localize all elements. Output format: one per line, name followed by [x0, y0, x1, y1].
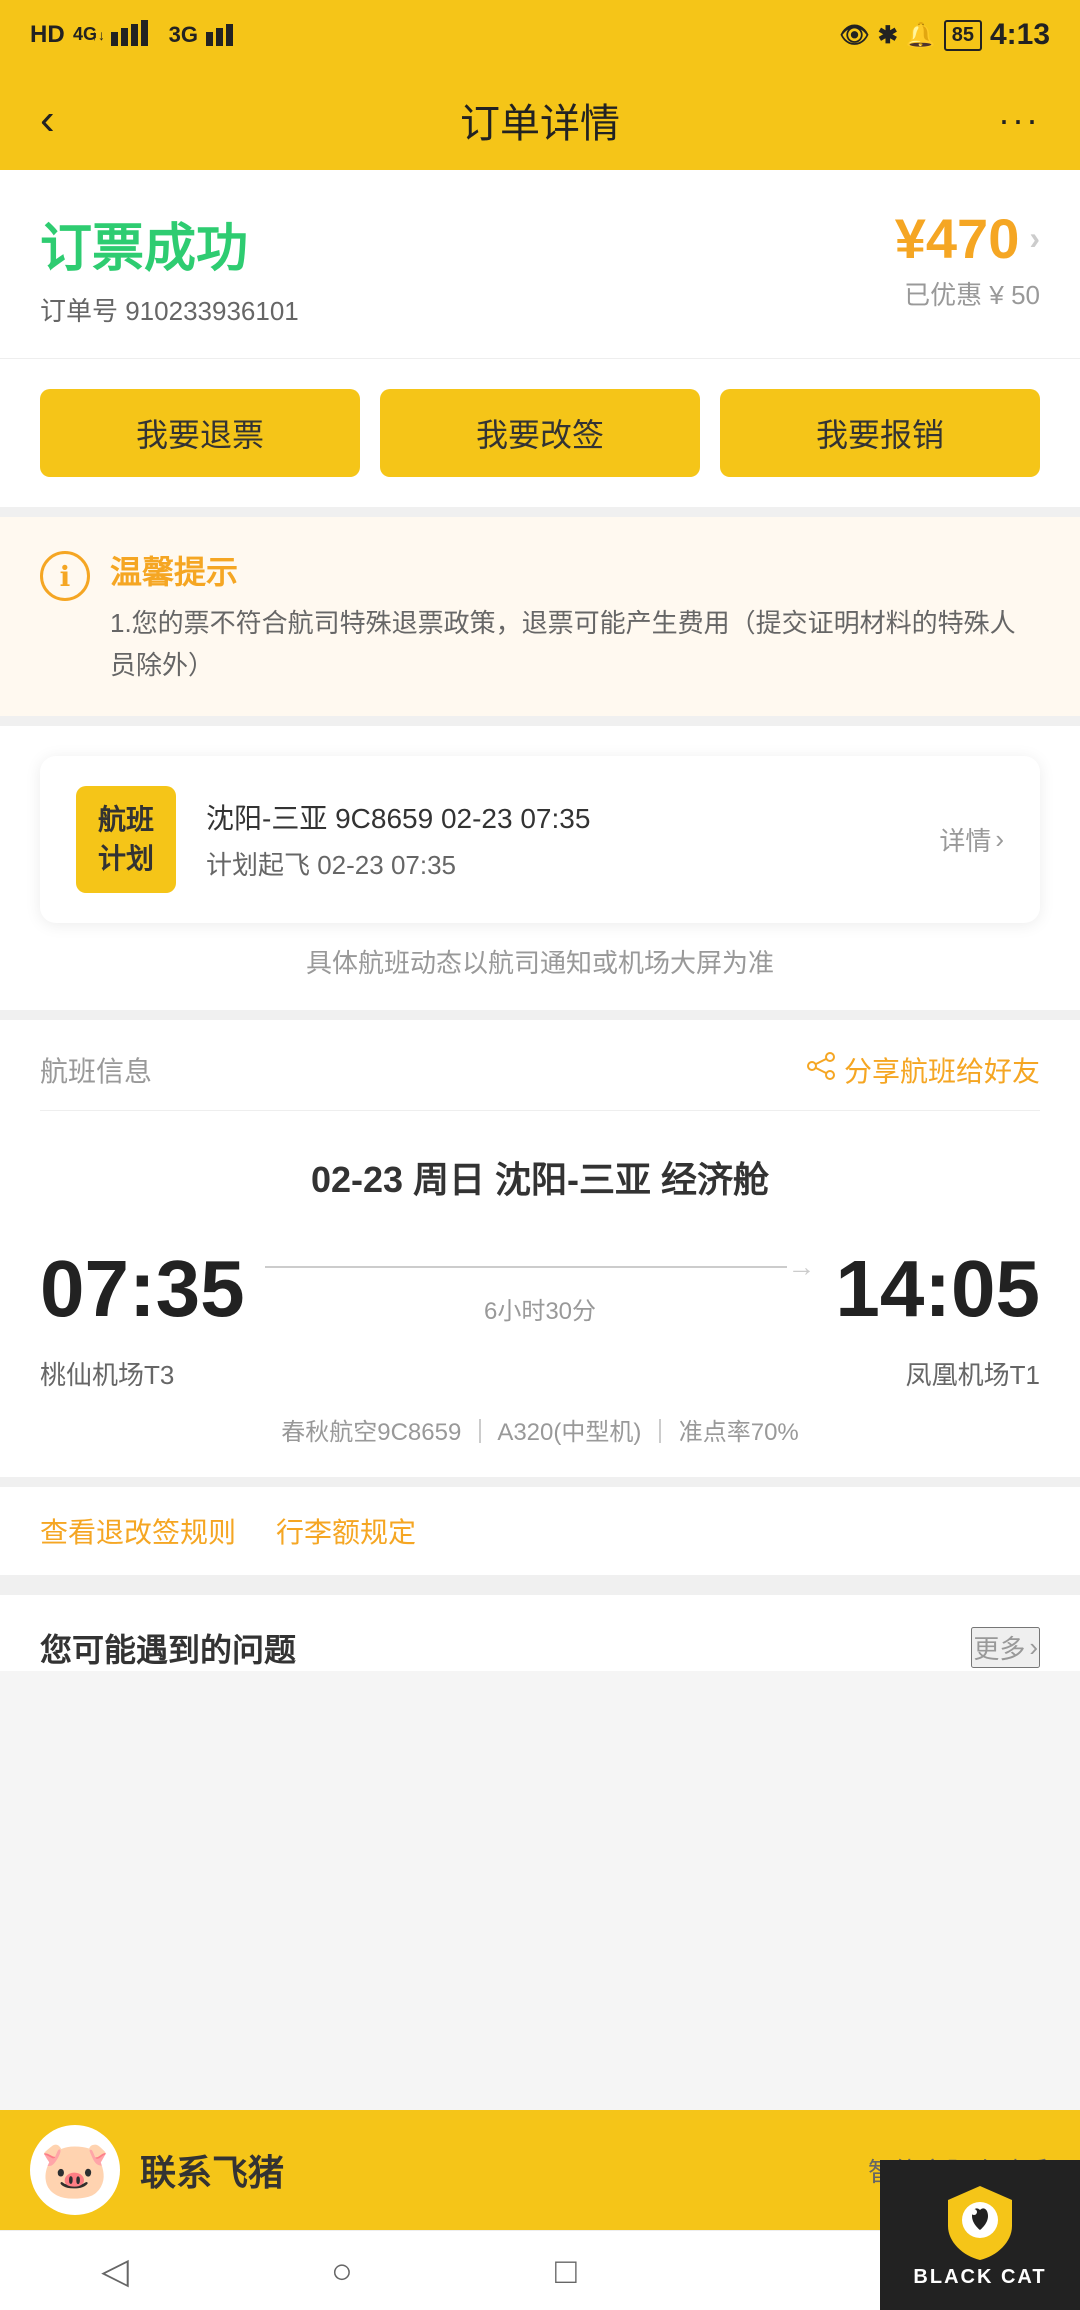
- price-discount: 已优惠 ¥ 50: [895, 275, 1040, 312]
- flight-detail-link[interactable]: 详情 ›: [939, 821, 1004, 858]
- faq-title: 您可能遇到的问题: [40, 1625, 296, 1671]
- bluetooth-icon: ✱: [878, 21, 898, 50]
- action-buttons-section: 我要退票 我要改签 我要报销: [0, 359, 1080, 517]
- nav-recent-button[interactable]: □: [555, 2250, 577, 2292]
- blackcat-shield-icon: [940, 2182, 1020, 2262]
- contact-name: 联系飞猪: [140, 2144, 848, 2196]
- share-flight-button[interactable]: 分享航班给好友: [806, 1050, 1040, 1090]
- svg-text:↑↓: ↑↓: [91, 27, 103, 43]
- status-bar: HD 4G↑↓ 3G 👁: [0, 0, 1080, 70]
- price-display: ¥470 ›: [895, 206, 1040, 271]
- arrive-airport: 凤凰机场T1: [906, 1355, 1040, 1392]
- faq-more-button[interactable]: 更多 ›: [971, 1627, 1040, 1668]
- faq-section: 您可能遇到的问题 更多 ›: [0, 1595, 1080, 1671]
- battery-icon: 85: [944, 20, 982, 51]
- share-label: 分享航班给好友: [844, 1050, 1040, 1090]
- blackcat-watermark: BLACK CAT: [880, 2160, 1080, 2310]
- flight-duration-area: → 6小时30分: [245, 1251, 836, 1326]
- flight-times: 07:35 → 6小时30分 14:05: [40, 1243, 1040, 1335]
- nav-home-button[interactable]: ○: [331, 2250, 353, 2292]
- signal-3g-icon: 3G: [169, 22, 198, 48]
- success-title: 订票成功: [40, 206, 299, 281]
- flight-plan-scheduled: 计划起飞 02-23 07:35: [206, 845, 909, 882]
- flight-plan-section: 航班 计划 沈阳-三亚 9C8659 02-23 07:35 计划起飞 02-2…: [0, 726, 1080, 1019]
- flight-details-row: 春秋航空9C8659 ｜ A320(中型机) ｜ 准点率70%: [40, 1412, 1040, 1447]
- notice-icon: ℹ: [40, 551, 90, 601]
- flight-date-route: 02-23 周日 沈阳-三亚 经济舱: [40, 1151, 1040, 1203]
- flight-info-section: 航班信息 分享航班给好友 02-23 周日 沈阳-三亚 经济舱 07:35: [0, 1020, 1080, 1487]
- rules-section: 查看退改签规则 行李额规定: [0, 1487, 1080, 1585]
- notice-title: 温馨提示: [110, 547, 1040, 593]
- invoice-button[interactable]: 我要报销: [720, 389, 1040, 477]
- pig-icon: 🐷: [40, 2137, 110, 2203]
- signal-4g-icon: 4G↑↓: [73, 18, 103, 53]
- flight-notice: 具体航班动态以航司通知或机场大屏为准: [40, 943, 1040, 980]
- baggage-rules-link[interactable]: 行李额规定: [276, 1511, 416, 1551]
- more-button[interactable]: ···: [998, 99, 1040, 141]
- arrive-time: 14:05: [835, 1243, 1040, 1335]
- ontime-rate: 准点率70%: [679, 1419, 799, 1446]
- depart-airport: 桃仙机场T3: [40, 1355, 174, 1392]
- notice-section: ℹ 温馨提示 1.您的票不符合航司特殊退票政策，退票可能产生费用（提交证明材料的…: [0, 517, 1080, 726]
- signal-bars2-icon: [206, 18, 246, 53]
- notice-text: 1.您的票不符合航司特殊退票政策，退票可能产生费用（提交证明材料的特殊人员除外）: [110, 603, 1040, 686]
- status-left-icons: HD 4G↑↓ 3G: [30, 18, 246, 53]
- status-time: 4:13: [990, 18, 1050, 52]
- flight-airports: 桃仙机场T3 凤凰机场T1: [40, 1355, 1040, 1392]
- plane-type: A320(中型机): [497, 1419, 641, 1446]
- order-success-section: 订票成功 订单号 910233936101 ¥470 › 已优惠 ¥ 50: [0, 170, 1080, 359]
- order-number: 订单号 910233936101: [40, 291, 299, 328]
- refund-button[interactable]: 我要退票: [40, 389, 360, 477]
- flight-duration: 6小时30分: [484, 1291, 596, 1326]
- depart-time: 07:35: [40, 1243, 245, 1335]
- flight-plan-badge: 航班 计划: [76, 786, 176, 892]
- airline-info: 春秋航空9C8659: [281, 1419, 461, 1446]
- chevron-right-icon: ›: [1029, 1632, 1038, 1663]
- back-button[interactable]: ‹: [40, 95, 55, 145]
- price-value: ¥470: [895, 206, 1020, 271]
- header: ‹ 订单详情 ···: [0, 70, 1080, 170]
- signal-bars-icon: [111, 18, 161, 53]
- share-icon: [806, 1051, 836, 1088]
- change-button[interactable]: 我要改签: [380, 389, 700, 477]
- hd-icon: HD: [30, 21, 65, 49]
- price-arrow-icon: ›: [1029, 220, 1040, 257]
- bell-icon: 🔔: [906, 21, 936, 50]
- page-title: 订单详情: [460, 91, 620, 149]
- blackcat-text: BLACK CAT: [913, 2266, 1046, 2289]
- chevron-right-icon: ›: [995, 824, 1004, 855]
- flight-info-label: 航班信息: [40, 1050, 152, 1090]
- flight-plan-card: 航班 计划 沈阳-三亚 9C8659 02-23 07:35 计划起飞 02-2…: [40, 756, 1040, 922]
- flight-plan-route: 沈阳-三亚 9C8659 02-23 07:35: [206, 797, 909, 837]
- eye-icon: 👁: [839, 21, 869, 50]
- refund-rules-link[interactable]: 查看退改签规则: [40, 1511, 236, 1551]
- contact-avatar: 🐷: [30, 2125, 120, 2215]
- status-right-icons: 👁 ✱ 🔔 85 4:13: [839, 18, 1050, 52]
- nav-back-button[interactable]: ◁: [101, 2250, 129, 2292]
